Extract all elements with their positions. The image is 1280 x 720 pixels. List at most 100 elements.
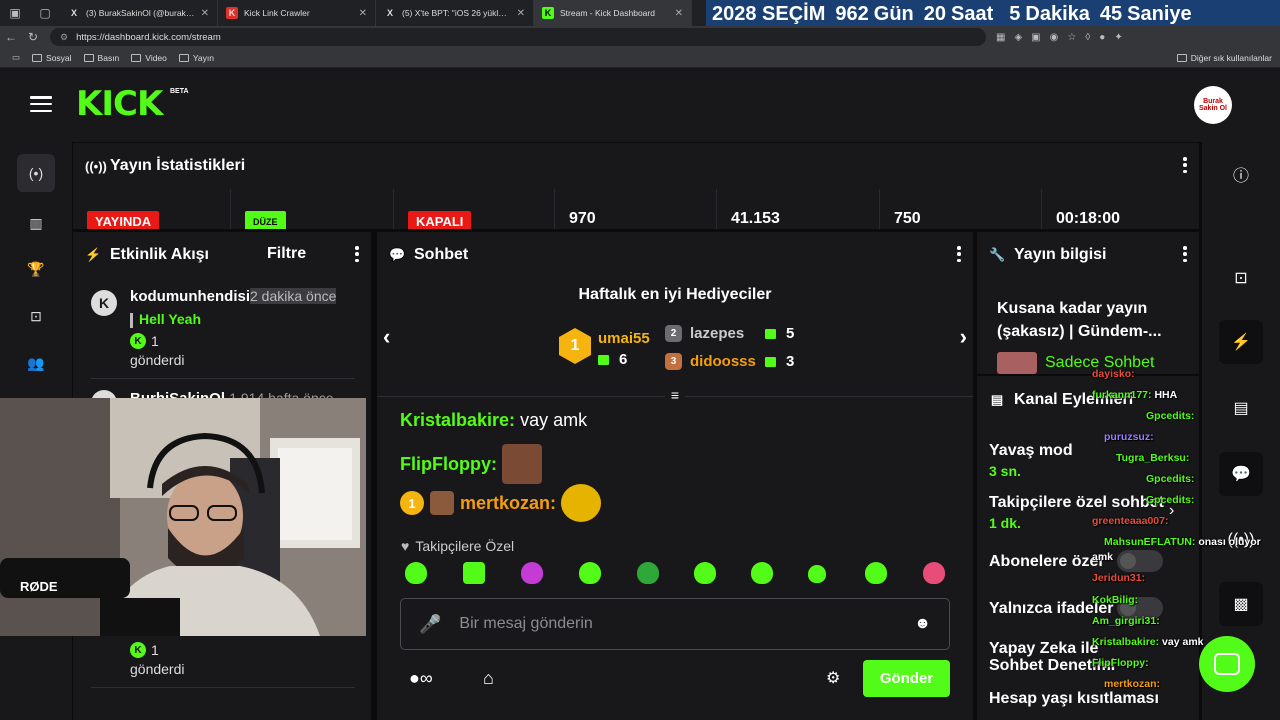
close-tab-icon[interactable]: ✕: [201, 8, 209, 19]
svg-text:RØDE: RØDE: [20, 579, 58, 594]
profile-icon[interactable]: ●: [1099, 32, 1105, 43]
divider: [91, 378, 355, 379]
community-nav-icon[interactable]: 👥: [17, 344, 55, 382]
stat-cell: 750: [880, 189, 1042, 229]
overlay-username: Am_girgiri31:: [1092, 615, 1160, 627]
bookmark-folder[interactable]: Basın: [83, 53, 119, 63]
filter-button[interactable]: Filtre: [267, 245, 306, 263]
bookmark-folder[interactable]: Video: [131, 53, 167, 63]
emote-icon[interactable]: [751, 562, 773, 584]
rank-2-badge: 2: [665, 325, 682, 342]
overlay-chat-line: furkann177: HHA: [1092, 389, 1177, 401]
gifter-row[interactable]: 3 didoosss: [665, 353, 756, 370]
kick-favicon-icon: K: [542, 7, 554, 19]
close-tab-icon[interactable]: ✕: [359, 8, 367, 19]
chevron-left-icon[interactable]: ‹: [383, 324, 390, 350]
chevron-right-icon[interactable]: ›: [960, 324, 967, 350]
browser-tab[interactable]: K Kick Link Crawler ✕: [218, 0, 376, 26]
count-value: 1: [151, 642, 159, 658]
bookmark-folder[interactable]: Sosyal: [32, 53, 72, 63]
copilot-icon[interactable]: ✦: [1114, 32, 1122, 43]
url-field[interactable]: ⚙ https://dashboard.kick.com/stream: [50, 28, 986, 46]
settings-gear-icon[interactable]: ⚙: [826, 668, 840, 688]
overlay-text: amk: [1092, 551, 1114, 563]
back-icon[interactable]: ←: [0, 30, 22, 44]
browser-tab-active[interactable]: K Stream - Kick Dashboard ✕: [534, 0, 692, 26]
emote-icon[interactable]: [694, 562, 716, 584]
emote-icon[interactable]: [637, 562, 659, 584]
overlay-chat-line: KokBilig:: [1092, 594, 1138, 606]
stream-info-panel: 🔧 Yayın bilgisi Kusana kadar yayın (şakas…: [977, 232, 1199, 374]
activity-message: Hell Yeah: [130, 311, 201, 328]
window-menu-icon[interactable]: ▣: [0, 0, 30, 26]
overlay-chat-line: mertkozan:: [1104, 678, 1160, 690]
overlay-text: HHA: [1154, 389, 1178, 401]
slow-mode-label: Yavaş mod: [989, 442, 1073, 459]
kick-header: KICK BETA Burak Sakin Ol: [0, 68, 1280, 142]
microphone-icon[interactable]: 🎤: [419, 614, 441, 635]
more-options-icon[interactable]: [1183, 246, 1187, 262]
extension-icon[interactable]: ◈: [1014, 32, 1022, 43]
chat-username[interactable]: FlipFloppy:: [400, 454, 497, 475]
emoji-icon[interactable]: ☻: [914, 615, 931, 633]
browser-tab[interactable]: X (5) X'te BPT: "iOS 26 yükleyen bir ✕: [376, 0, 534, 26]
extension-icon[interactable]: ▦: [996, 32, 1005, 43]
more-options-icon[interactable]: [1183, 157, 1187, 173]
store-icon[interactable]: ⌂: [483, 668, 494, 689]
emote-icon[interactable]: [405, 562, 427, 584]
stream-nav-icon[interactable]: (•): [17, 154, 55, 192]
activity-user[interactable]: kodumunhendisi2 dakika önce: [130, 288, 337, 305]
site-info-icon[interactable]: ⚙: [60, 32, 68, 43]
gift-count: K1: [130, 642, 159, 658]
chat-username[interactable]: Kristalbakire:: [400, 410, 515, 431]
emote-icon[interactable]: [865, 562, 887, 584]
collapse-icon[interactable]: ≡: [665, 387, 685, 403]
info-icon[interactable]: ⓘ: [1219, 152, 1263, 196]
gifter-name[interactable]: umai55: [598, 330, 650, 347]
close-tab-icon[interactable]: ✕: [675, 8, 683, 19]
emote-icon[interactable]: [463, 562, 485, 584]
kick-logo[interactable]: KICK: [76, 86, 163, 122]
channel-points-icon[interactable]: ●∞: [409, 668, 433, 689]
tab-actions-icon[interactable]: ▢: [30, 0, 60, 26]
analytics-nav-icon[interactable]: ▥: [17, 204, 55, 242]
close-tab-icon[interactable]: ✕: [517, 8, 525, 19]
gifter-row[interactable]: 2 lazepes: [665, 325, 744, 342]
category-thumbnail: [997, 352, 1037, 374]
trophy-nav-icon[interactable]: 🏆: [17, 250, 55, 288]
folder-icon: [178, 53, 189, 62]
overlay-chat-line: Am_girgiri31:: [1092, 615, 1160, 627]
user-avatar[interactable]: Burak Sakin Ol: [1194, 86, 1232, 124]
screen-capture-icon[interactable]: ⊡: [1219, 256, 1263, 300]
lightning-icon[interactable]: ⚡: [1219, 320, 1263, 364]
bookmarks-menu-icon[interactable]: ▭: [12, 52, 20, 63]
reload-icon[interactable]: ↻: [22, 30, 44, 44]
favorites-icon[interactable]: ☆: [1067, 32, 1076, 43]
shield-icon[interactable]: ◊: [1085, 32, 1090, 43]
extension-icon[interactable]: ◉: [1050, 32, 1059, 43]
other-bookmarks[interactable]: Diğer sık kullanılanlar: [1176, 53, 1272, 63]
extension-icon[interactable]: ▣: [1031, 32, 1040, 43]
live-badge: YAYINDA: [87, 211, 160, 229]
emote-icon[interactable]: [923, 562, 945, 584]
stat-cell: 41.153: [717, 189, 880, 229]
browser-tab[interactable]: X (3) BurakSakinOl (@buraktut_) / X ✕: [60, 0, 218, 26]
emote-icon[interactable]: [521, 562, 543, 584]
floating-chat-button[interactable]: [1199, 636, 1255, 692]
clips-nav-icon[interactable]: ⊡: [17, 297, 55, 335]
chat-username[interactable]: mertkozan:: [460, 493, 556, 514]
more-options-icon[interactable]: [355, 246, 359, 262]
emote-icon[interactable]: [808, 565, 826, 583]
hamburger-menu-icon[interactable]: [30, 96, 52, 112]
bookmark-folder[interactable]: Yayın: [178, 53, 214, 63]
top-gifters-title: Haftalık en iyi Hediyeciler: [578, 286, 772, 303]
overlay-chat-line: greenteaaa007:: [1092, 515, 1168, 527]
more-options-icon[interactable]: [957, 246, 961, 262]
overlay-chat-line: Tugra_Berksu:: [1116, 452, 1189, 464]
send-button[interactable]: Gönder: [863, 660, 950, 697]
folder-icon: [131, 53, 142, 62]
emote-icon[interactable]: [579, 562, 601, 584]
overlay-username: Gpcedits:: [1146, 473, 1195, 485]
chat-input[interactable]: 🎤 Bir mesaj gönderin ☻: [400, 598, 950, 650]
beta-label: BETA: [170, 88, 189, 95]
